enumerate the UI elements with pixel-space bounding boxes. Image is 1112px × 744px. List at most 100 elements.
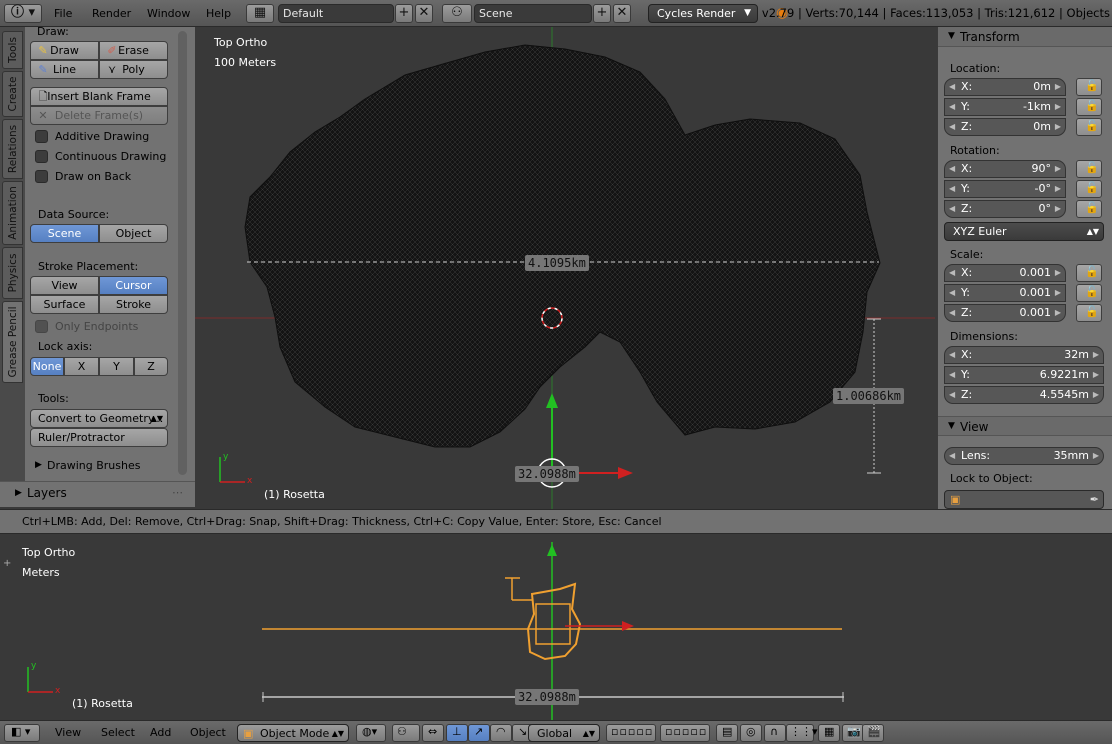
menu-object[interactable]: Object bbox=[190, 725, 226, 741]
tab-animation[interactable]: Animation bbox=[2, 181, 23, 245]
opengl-anim-button[interactable]: 🎬 bbox=[862, 724, 884, 742]
tab-relations[interactable]: Relations bbox=[2, 119, 23, 179]
menu-window[interactable]: Window bbox=[147, 4, 190, 23]
tab-tools[interactable]: Tools bbox=[2, 31, 23, 69]
lock-axis-z-button[interactable]: Z bbox=[134, 357, 168, 376]
location-z-field[interactable]: ◀ Z: 0m ▶ bbox=[944, 118, 1066, 136]
lock-rotation-y-button[interactable]: 🔓 bbox=[1076, 180, 1102, 198]
scrollbar[interactable] bbox=[178, 31, 187, 475]
lock-axis-x-button[interactable]: X bbox=[64, 357, 99, 376]
lock-layers-button[interactable]: ▤ bbox=[716, 724, 738, 742]
scene-add-button[interactable]: + bbox=[593, 4, 611, 23]
layout-field[interactable]: Default bbox=[278, 4, 394, 23]
poly-button[interactable]: ⋎ Poly bbox=[99, 60, 168, 79]
scale-y-field[interactable]: ◀ Y: 0.001 ▶ bbox=[944, 284, 1066, 302]
tab-create[interactable]: Create bbox=[2, 71, 23, 117]
ruler-protractor-button[interactable]: Ruler/Protractor bbox=[30, 428, 168, 447]
arrow-icon: ↗ bbox=[474, 725, 484, 738]
line-button[interactable]: ✎ Line bbox=[30, 60, 99, 79]
editor-type-button[interactable]: ⓘ ▾ bbox=[4, 4, 42, 23]
rotate-manipulator-button[interactable]: ◠ bbox=[490, 724, 512, 742]
scene-layers-grid[interactable]: ▫▫▫▫▫ bbox=[606, 724, 656, 742]
lock-to-object-field[interactable]: ▣ ✒ bbox=[944, 490, 1104, 509]
data-source-scene-button[interactable]: Scene bbox=[30, 224, 99, 243]
layout-delete-button[interactable]: ✕ bbox=[415, 4, 433, 23]
rotation-z-field[interactable]: ◀ Z: 0° ▶ bbox=[944, 200, 1066, 218]
draw-on-back-checkbox[interactable] bbox=[35, 170, 48, 183]
split-plus-icon[interactable]: + bbox=[3, 558, 11, 569]
orientation-dropdown[interactable]: Global ▲▼ bbox=[528, 724, 600, 742]
transform-panel-header[interactable]: ▼ Transform bbox=[938, 27, 1112, 47]
drag-handle-icon[interactable]: ⋯ bbox=[172, 486, 183, 499]
render-engine-dropdown[interactable]: Cycles Render ▼ bbox=[648, 4, 758, 23]
lock-location-y-button[interactable]: 🔓 bbox=[1076, 98, 1102, 116]
scene-browse-button[interactable]: ⚇ bbox=[442, 4, 472, 23]
pivot-point-button[interactable]: ⚇ bbox=[392, 724, 420, 742]
eyedropper-icon[interactable]: ✒ bbox=[1090, 491, 1099, 508]
draw-button[interactable]: ✎ Draw bbox=[30, 41, 99, 60]
lock-scale-z-button[interactable]: 🔓 bbox=[1076, 304, 1102, 322]
tab-grease-pencil[interactable]: Grease Pencil bbox=[2, 301, 23, 383]
menu-file[interactable]: File bbox=[54, 4, 72, 23]
opengl-render-button[interactable]: 📷 bbox=[842, 724, 864, 742]
mode-dropdown[interactable]: ▣ Object Mode ▲▼ bbox=[237, 724, 349, 742]
data-source-object-button[interactable]: Object bbox=[99, 224, 168, 243]
stroke-placement-label: Stroke Placement: bbox=[38, 260, 139, 273]
rotation-x-field[interactable]: ◀ X: 90° ▶ bbox=[944, 160, 1066, 178]
layout-browse-button[interactable]: ▦ bbox=[246, 4, 274, 23]
viewport-shading-button[interactable]: ◍▾ bbox=[356, 724, 386, 742]
placement-surface-button[interactable]: Surface bbox=[30, 295, 99, 314]
drawing-brushes-panel-header[interactable]: ▶ Drawing Brushes bbox=[25, 457, 175, 477]
lock-location-x-button[interactable]: 🔓 bbox=[1076, 78, 1102, 96]
placement-cursor-button[interactable]: Cursor bbox=[99, 276, 168, 295]
dimensions-x-field[interactable]: ◀ X: 32m ▶ bbox=[944, 346, 1104, 364]
scene-layers-grid-2[interactable]: ▫▫▫▫▫ bbox=[660, 724, 710, 742]
menu-add[interactable]: Add bbox=[150, 725, 171, 741]
top-viewport[interactable]: y x Top Ortho 100 Meters 4.1095km 1.0068… bbox=[195, 27, 935, 509]
dimensions-y-field[interactable]: ◀ Y: 6.9221m ▶ bbox=[944, 366, 1104, 384]
menu-select[interactable]: Select bbox=[101, 725, 135, 741]
menu-render[interactable]: Render bbox=[92, 4, 131, 23]
layout-add-button[interactable]: + bbox=[395, 4, 413, 23]
proportional-editing-button[interactable]: ◎ bbox=[740, 724, 762, 742]
scene-delete-button[interactable]: ✕ bbox=[613, 4, 631, 23]
lock-axis-none-button[interactable]: None bbox=[30, 357, 64, 376]
scale-z-field[interactable]: ◀ Z: 0.001 ▶ bbox=[944, 304, 1066, 322]
continuous-drawing-checkbox[interactable] bbox=[35, 150, 48, 163]
snap-element-dropdown[interactable]: ⋮⋮▾ bbox=[786, 724, 818, 742]
scene-field[interactable]: Scene bbox=[474, 4, 592, 23]
lock-rotation-x-button[interactable]: 🔓 bbox=[1076, 160, 1102, 178]
placement-stroke-button[interactable]: Stroke bbox=[99, 295, 168, 314]
manipulator-pivot-button[interactable]: ⇔ bbox=[422, 724, 444, 742]
lens-field[interactable]: ◀ Lens: 35mm ▶ bbox=[944, 447, 1104, 465]
lock-scale-y-button[interactable]: 🔓 bbox=[1076, 284, 1102, 302]
tab-physics[interactable]: Physics bbox=[2, 247, 23, 299]
lock-axis-y-button[interactable]: Y bbox=[99, 357, 134, 376]
insert-blank-frame-button[interactable]: 🗋 Insert Blank Frame bbox=[30, 87, 168, 106]
placement-view-button[interactable]: View bbox=[30, 276, 99, 295]
location-x-field[interactable]: ◀ X: 0m ▶ bbox=[944, 78, 1066, 96]
only-endpoints-checkbox[interactable] bbox=[35, 320, 48, 333]
view-panel-header[interactable]: ▼ View bbox=[938, 416, 1112, 436]
erase-button[interactable]: ✐ Erase bbox=[99, 41, 168, 60]
menu-view[interactable]: View bbox=[55, 725, 81, 741]
layers-panel-header[interactable]: ▶ Layers ⋯ bbox=[0, 481, 195, 507]
manipulator-toggle-button[interactable]: ⊥ bbox=[446, 724, 468, 742]
lock-rotation-z-button[interactable]: 🔓 bbox=[1076, 200, 1102, 218]
lock-location-z-button[interactable]: 🔓 bbox=[1076, 118, 1102, 136]
bottom-viewport[interactable]: y x + Top Ortho Meters 32.0988m (1) Rose… bbox=[0, 534, 1112, 720]
menu-help[interactable]: Help bbox=[206, 4, 231, 23]
location-y-field[interactable]: ◀ Y: -1km ▶ bbox=[944, 98, 1066, 116]
additive-drawing-checkbox[interactable] bbox=[35, 130, 48, 143]
delete-frames-button[interactable]: ✕ Delete Frame(s) bbox=[30, 106, 168, 125]
snap-toggle-button[interactable]: ∩ bbox=[764, 724, 786, 742]
scale-x-field[interactable]: ◀ X: 0.001 ▶ bbox=[944, 264, 1066, 282]
dimensions-z-field[interactable]: ◀ Z: 4.5545m ▶ bbox=[944, 386, 1104, 404]
rotation-mode-dropdown[interactable]: XYZ Euler ▲▼ bbox=[944, 222, 1104, 241]
render-button[interactable]: ▦ bbox=[818, 724, 840, 742]
translate-manipulator-button[interactable]: ↗ bbox=[468, 724, 490, 742]
editor-type-button[interactable]: ◧ ▾ bbox=[4, 724, 40, 742]
rotation-y-field[interactable]: ◀ Y: -0° ▶ bbox=[944, 180, 1066, 198]
convert-to-geometry-dropdown[interactable]: Convert to Geometry... ▲▼ bbox=[30, 409, 168, 428]
lock-scale-x-button[interactable]: 🔓 bbox=[1076, 264, 1102, 282]
